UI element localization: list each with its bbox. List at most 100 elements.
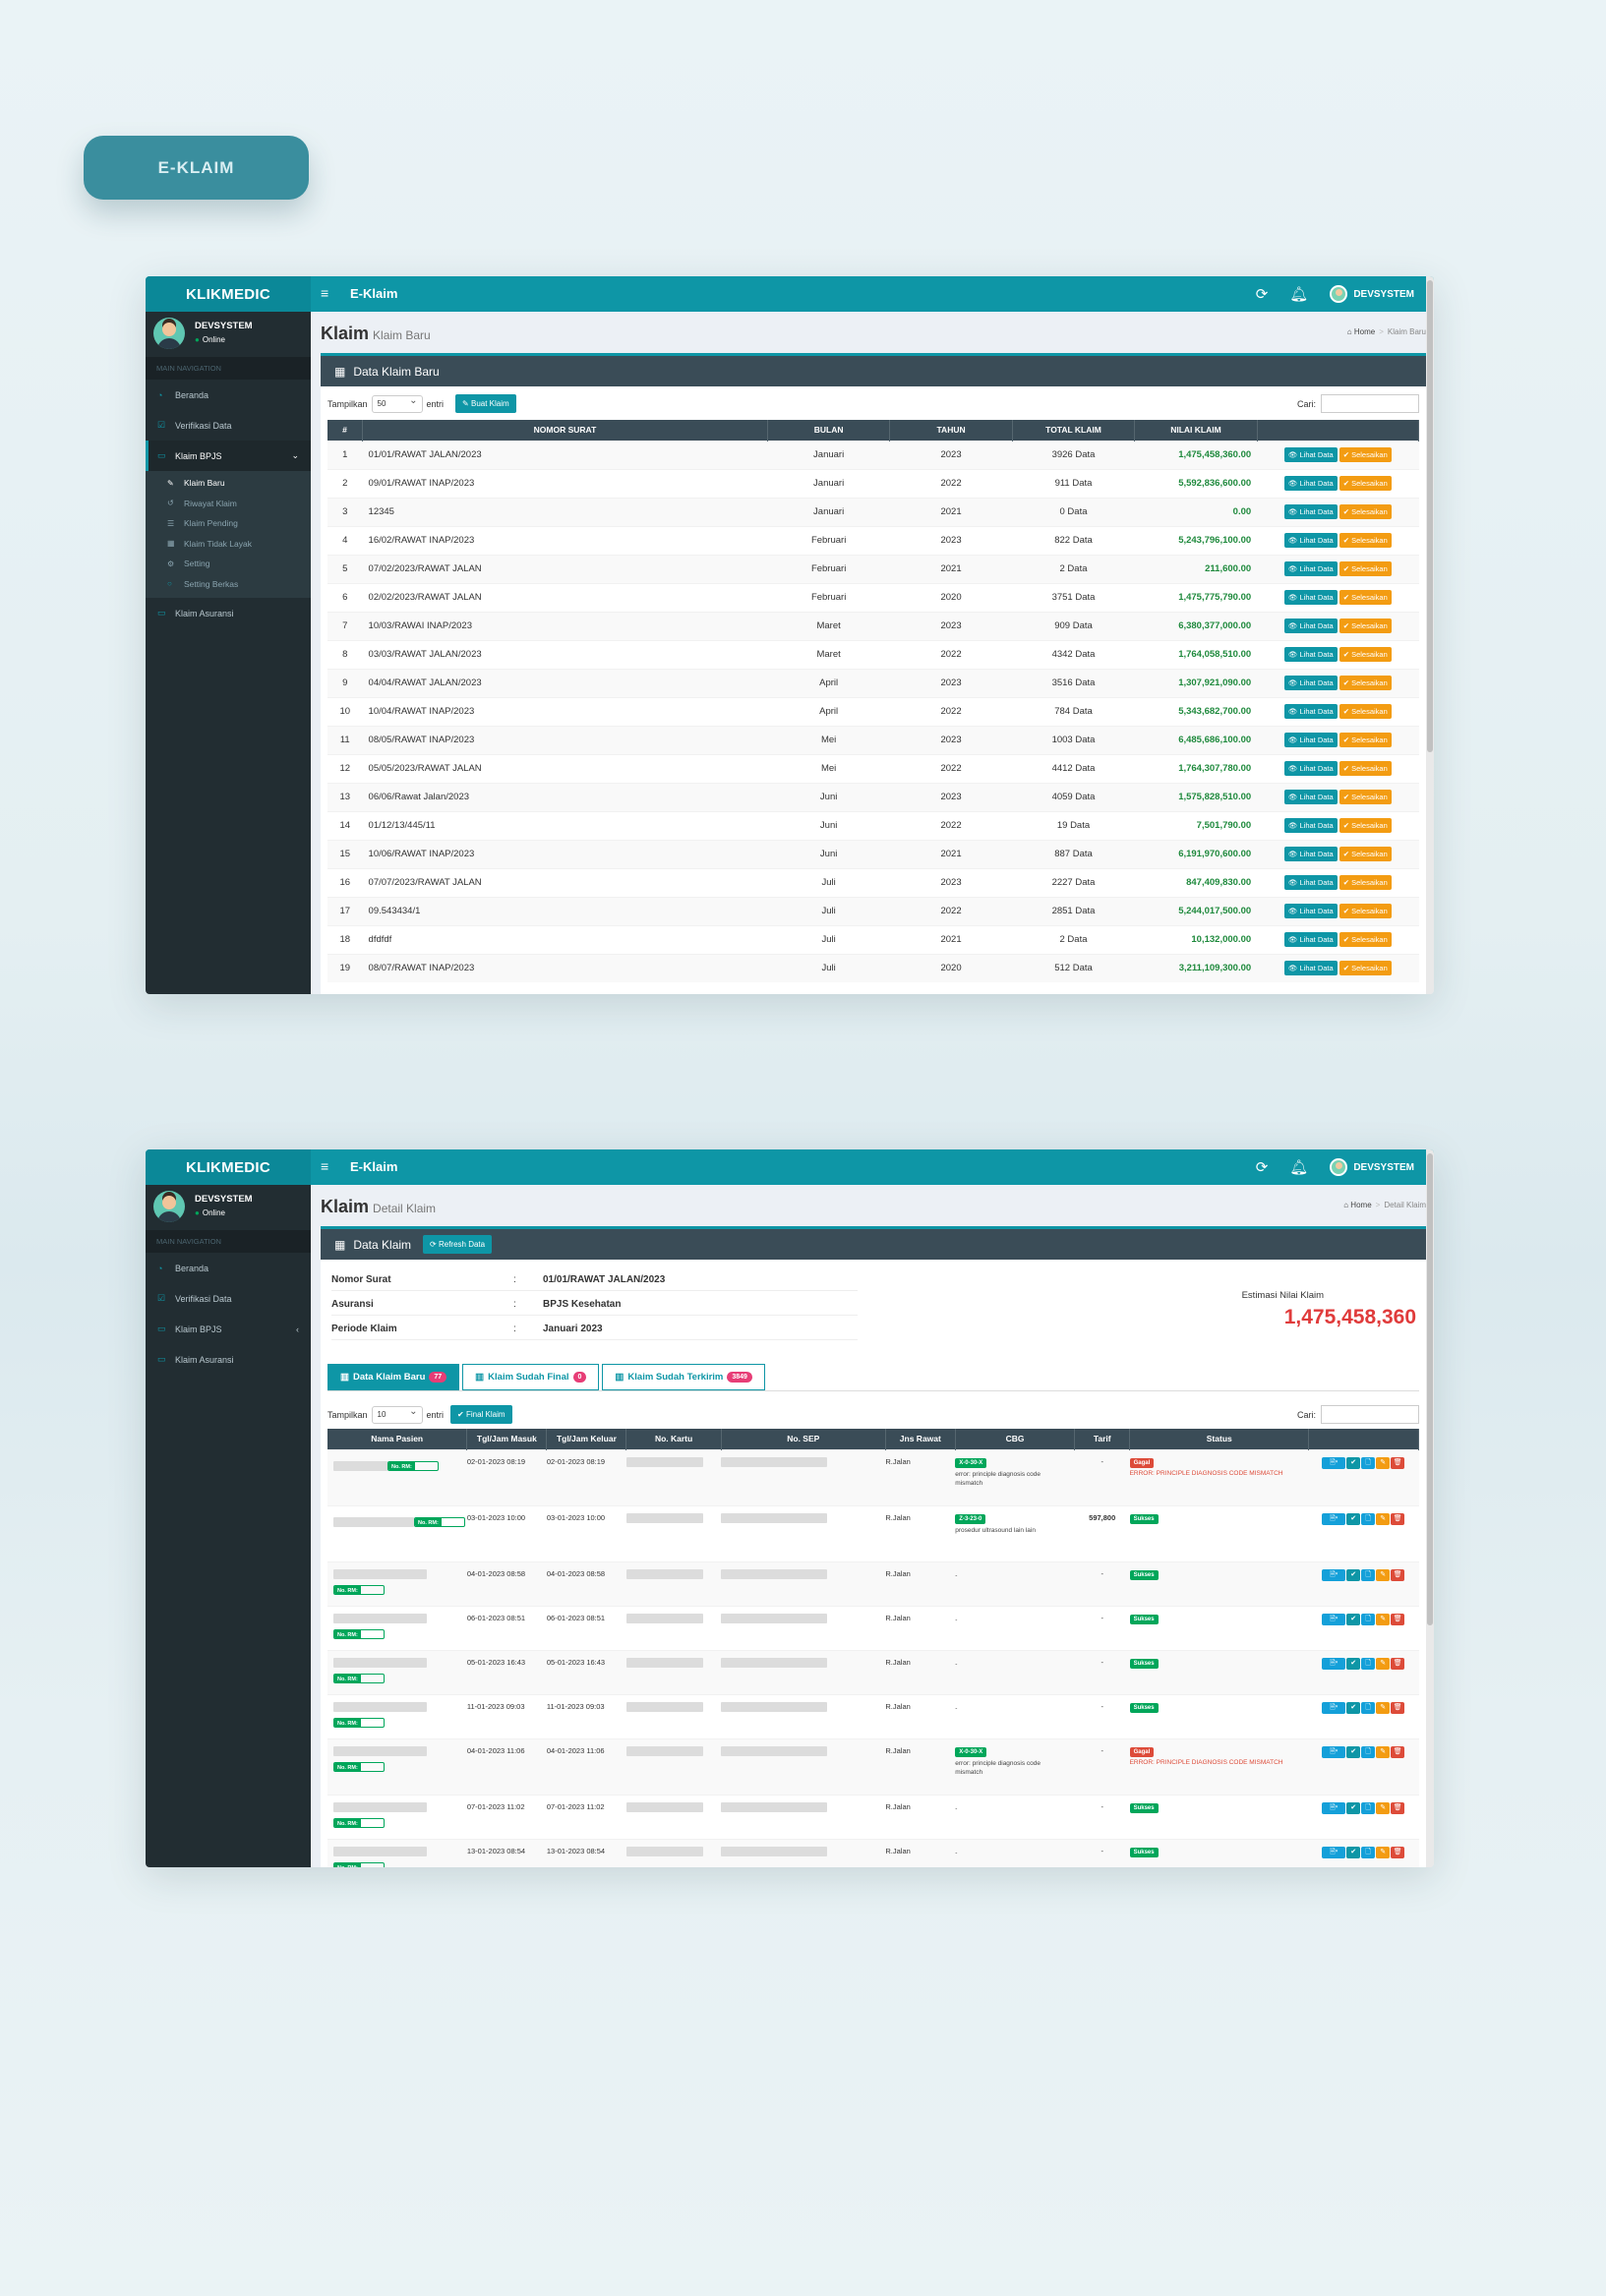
document-icon[interactable]: 🗋 [1361, 1613, 1376, 1625]
finish-button[interactable]: ✔ Selesaikan [1338, 961, 1392, 976]
tab-klaim-sudah-terkirim[interactable]: ▥ Klaim Sudah Terkirim 3849 [602, 1364, 765, 1390]
finish-button[interactable]: ✔ Selesaikan [1338, 504, 1392, 519]
edit-icon[interactable]: ✎ [1376, 1512, 1391, 1525]
view-data-button[interactable]: 👁︎ Lihat Data [1283, 818, 1338, 833]
tab-klaim-sudah-final[interactable]: ▥ Klaim Sudah Final 0 [462, 1364, 600, 1390]
view-data-button[interactable]: 👁︎ Lihat Data [1283, 704, 1338, 719]
trash-icon[interactable]: 🗑 [1391, 1846, 1405, 1858]
menu-toggle-icon[interactable]: ≡ [321, 285, 328, 301]
trash-icon[interactable]: 🗑 [1391, 1512, 1405, 1525]
view-data-button[interactable]: 👁︎ Lihat Data [1283, 533, 1338, 548]
submenu-setting-berkas[interactable]: ○ Setting Berkas [146, 574, 311, 595]
create-claim-button[interactable]: ✎ Buat Klaim [455, 394, 516, 413]
check-icon[interactable]: ✔ [1346, 1568, 1361, 1581]
finish-button[interactable]: ✔ Selesaikan [1338, 647, 1392, 662]
view-data-button[interactable]: 👁︎ Lihat Data [1283, 847, 1338, 861]
sidebar-item-klaim-asuransi[interactable]: ▭ Klaim Asuransi [146, 1344, 311, 1375]
submenu-klaim-tidak-layak[interactable]: ▦ Klaim Tidak Layak [146, 534, 311, 555]
edit-icon[interactable]: ✎ [1376, 1657, 1391, 1670]
finish-button[interactable]: ✔ Selesaikan [1338, 790, 1392, 804]
check-icon[interactable]: ✔ [1346, 1801, 1361, 1814]
file-icon[interactable]: 🗎▾ [1322, 1613, 1346, 1625]
view-data-button[interactable]: 👁︎ Lihat Data [1283, 875, 1338, 890]
file-icon[interactable]: 🗎▾ [1322, 1657, 1346, 1670]
submenu-setting[interactable]: ⚙ Setting [146, 554, 311, 574]
file-icon[interactable]: 🗎▾ [1322, 1456, 1346, 1469]
view-data-button[interactable]: 👁︎ Lihat Data [1283, 504, 1338, 519]
submenu-klaim-pending[interactable]: ☰ Klaim Pending [146, 513, 311, 534]
menu-toggle-icon[interactable]: ≡ [321, 1158, 328, 1174]
check-icon[interactable]: ✔ [1346, 1846, 1361, 1858]
user-menu[interactable]: DEVSYSTEM [1330, 1158, 1414, 1176]
view-data-button[interactable]: 👁︎ Lihat Data [1283, 932, 1338, 947]
document-icon[interactable]: 🗋 [1361, 1701, 1376, 1714]
file-icon[interactable]: 🗎▾ [1322, 1512, 1346, 1525]
breadcrumb-home[interactable]: Home [1354, 327, 1375, 336]
document-icon[interactable]: 🗋 [1361, 1801, 1376, 1814]
document-icon[interactable]: 🗋 [1361, 1846, 1376, 1858]
breadcrumb-home[interactable]: Home [1350, 1201, 1371, 1209]
view-data-button[interactable]: 👁︎ Lihat Data [1283, 904, 1338, 918]
sidebar-item-beranda[interactable]: ◔ Beranda [146, 380, 311, 410]
edit-icon[interactable]: ✎ [1376, 1701, 1391, 1714]
trash-icon[interactable]: 🗑 [1391, 1456, 1405, 1469]
bell-icon[interactable]: 🔔︎ [1289, 285, 1308, 303]
sidebar-item-verifikasi[interactable]: ☑ Verifikasi Data [146, 410, 311, 441]
view-data-button[interactable]: 👁︎ Lihat Data [1283, 447, 1338, 462]
finish-button[interactable]: ✔ Selesaikan [1338, 733, 1392, 747]
user-menu[interactable]: DEVSYSTEM [1330, 285, 1414, 303]
view-data-button[interactable]: 👁︎ Lihat Data [1283, 961, 1338, 976]
view-data-button[interactable]: 👁︎ Lihat Data [1283, 476, 1338, 491]
document-icon[interactable]: 🗋 [1361, 1745, 1376, 1758]
submenu-riwayat-klaim[interactable]: ↺ Riwayat Klaim [146, 494, 311, 514]
check-icon[interactable]: ✔ [1346, 1745, 1361, 1758]
sidebar-item-klaim-bpjs[interactable]: ▭ Klaim BPJS ⌄ [146, 441, 311, 471]
finish-button[interactable]: ✔ Selesaikan [1338, 447, 1392, 462]
trash-icon[interactable]: 🗑 [1391, 1613, 1405, 1625]
finish-button[interactable]: ✔ Selesaikan [1338, 561, 1392, 576]
page-length-select[interactable]: 10 [371, 1405, 423, 1424]
tab-data-klaim-baru[interactable]: ▥ Data Klaim Baru 77 [327, 1364, 460, 1390]
finish-button[interactable]: ✔ Selesaikan [1338, 932, 1392, 947]
bell-icon[interactable]: 🔔︎ [1289, 1158, 1308, 1176]
document-icon[interactable]: 🗋 [1361, 1512, 1376, 1525]
search-input[interactable] [1321, 1405, 1419, 1424]
view-data-button[interactable]: 👁︎ Lihat Data [1283, 676, 1338, 690]
finish-button[interactable]: ✔ Selesaikan [1338, 533, 1392, 548]
file-icon[interactable]: 🗎▾ [1322, 1801, 1346, 1814]
check-icon[interactable]: ✔ [1346, 1701, 1361, 1714]
trash-icon[interactable]: 🗑 [1391, 1657, 1405, 1670]
finish-button[interactable]: ✔ Selesaikan [1338, 761, 1392, 776]
finish-button[interactable]: ✔ Selesaikan [1338, 847, 1392, 861]
scrollbar[interactable] [1426, 276, 1434, 994]
sidebar-item-klaim-bpjs[interactable]: ▭ Klaim BPJS ‹ [146, 1314, 311, 1344]
sidebar-item-verifikasi[interactable]: ☑ Verifikasi Data [146, 1283, 311, 1314]
trash-icon[interactable]: 🗑 [1391, 1701, 1405, 1714]
finish-button[interactable]: ✔ Selesaikan [1338, 904, 1392, 918]
brand-logo[interactable]: KLIKMEDIC [146, 276, 311, 312]
trash-icon[interactable]: 🗑 [1391, 1568, 1405, 1581]
refresh-icon[interactable]: ⟳ [1256, 1158, 1269, 1176]
trash-icon[interactable]: 🗑 [1391, 1745, 1405, 1758]
refresh-data-button[interactable]: ⟳ Refresh Data [423, 1235, 493, 1254]
submenu-klaim-baru[interactable]: ✎ Klaim Baru [146, 473, 311, 494]
edit-icon[interactable]: ✎ [1376, 1745, 1391, 1758]
view-data-button[interactable]: 👁︎ Lihat Data [1283, 733, 1338, 747]
document-icon[interactable]: 🗋 [1361, 1568, 1376, 1581]
file-icon[interactable]: 🗎▾ [1322, 1568, 1346, 1581]
view-data-button[interactable]: 👁︎ Lihat Data [1283, 590, 1338, 605]
sidebar-item-klaim-asuransi[interactable]: ▭ Klaim Asuransi [146, 598, 311, 628]
view-data-button[interactable]: 👁︎ Lihat Data [1283, 647, 1338, 662]
edit-icon[interactable]: ✎ [1376, 1846, 1391, 1858]
check-icon[interactable]: ✔ [1346, 1613, 1361, 1625]
page-length-select[interactable]: 50 [371, 394, 423, 413]
check-icon[interactable]: ✔ [1346, 1512, 1361, 1525]
edit-icon[interactable]: ✎ [1376, 1568, 1391, 1581]
edit-icon[interactable]: ✎ [1376, 1801, 1391, 1814]
check-icon[interactable]: ✔ [1346, 1657, 1361, 1670]
final-claim-button[interactable]: ✔ Final Klaim [450, 1405, 512, 1424]
scrollbar[interactable] [1426, 1149, 1434, 1867]
view-data-button[interactable]: 👁︎ Lihat Data [1283, 561, 1338, 576]
brand-logo[interactable]: KLIKMEDIC [146, 1149, 311, 1185]
finish-button[interactable]: ✔ Selesaikan [1338, 476, 1392, 491]
